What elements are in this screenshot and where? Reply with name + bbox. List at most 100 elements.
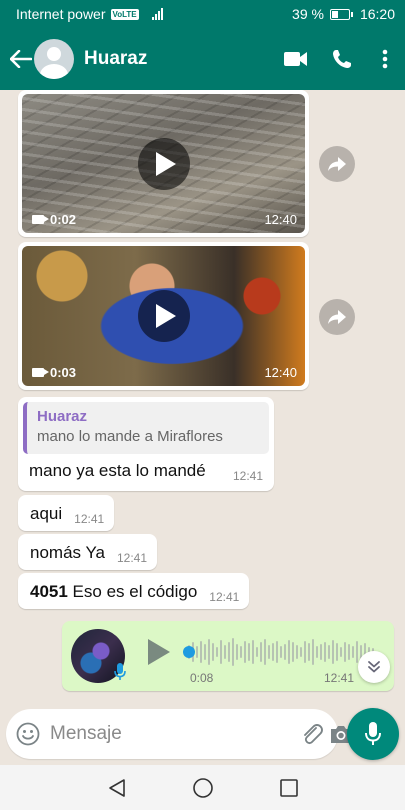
audio-waveform[interactable] [184,637,384,667]
waveform-bar [332,640,334,664]
system-navigation-bar [0,765,405,810]
message-time: 12:40 [264,365,297,380]
waveform-bar [272,643,274,661]
chat-area[interactable]: 0:02 12:40 0:03 12:40 Huaraz mano lo man… [0,90,405,706]
waveform-bar [208,639,210,665]
emoji-icon[interactable] [16,719,40,749]
waveform-bar [344,642,346,662]
text-message[interactable]: nomás Ya 12:41 [18,534,158,570]
nav-home-icon[interactable] [160,765,246,810]
waveform-bar [216,647,218,657]
waveform-bar [304,641,306,663]
voice-call-icon[interactable] [319,39,365,79]
waveform-bar [200,641,202,663]
waveform-bar [236,644,238,660]
chat-header: Huaraz [0,28,405,90]
forward-icon[interactable] [319,299,355,335]
waveform-bar [260,642,262,662]
video-message-1[interactable]: 0:02 12:40 [18,90,309,237]
message-time: 12:40 [264,212,297,227]
waveform-bar [284,644,286,660]
quoted-message[interactable]: Huaraz mano lo mande a Miraflores [23,402,269,454]
waveform-bar [292,642,294,662]
contact-name[interactable]: Huaraz [84,48,273,70]
message-time: 12:41 [74,512,105,526]
waveform-bar [224,645,226,659]
waveform-bar [232,638,234,666]
waveform-bar [252,640,254,664]
waveform-bar [340,647,342,657]
waveform-bar [204,644,206,660]
quoted-sender: Huaraz [37,408,88,425]
waveform-bar [276,641,278,663]
back-arrow-icon[interactable] [4,39,38,79]
waveform-bar [264,639,266,665]
code-number: 4051 [30,582,68,601]
video-thumbnail[interactable]: 0:02 12:40 [22,94,305,233]
waveform-bar [324,642,326,662]
battery-percent: 39 % [292,6,324,22]
microphone-icon [365,722,381,745]
waveform-bar [268,645,270,659]
waveform-bar [300,647,302,657]
waveform-bar [312,639,314,665]
play-icon[interactable] [137,137,190,190]
carrier-label: Internet power [16,6,106,22]
message-time: 12:41 [232,469,263,483]
voice-message[interactable]: 0:08 12:41 [62,621,394,691]
message-text: mano ya esta lo mandé [29,461,206,480]
message-time: 12:41 [209,590,240,604]
battery-icon [329,8,353,20]
text-message[interactable]: aqui 12:41 [18,495,115,531]
contact-avatar[interactable] [34,39,74,79]
message-time: 12:41 [116,551,148,565]
message-composer [6,709,351,759]
waveform-bar [296,645,298,659]
waveform-bar [308,643,310,661]
message-time: 12:41 [323,671,354,685]
forward-icon[interactable] [319,146,355,182]
message-text: nomás Ya [30,543,105,562]
waveform-bar [220,640,222,664]
waveform-bar [352,646,354,658]
text-message[interactable]: 4051 Eso es el código 12:41 [18,573,250,609]
waveform-bar [212,643,214,661]
video-duration: 0:02 [32,212,76,227]
waveform-bar [316,646,318,658]
play-icon[interactable] [137,290,190,342]
waveform-bar [288,640,290,664]
waveform-bar [248,643,250,661]
attachment-icon[interactable] [301,717,323,751]
audio-seek-handle[interactable] [183,646,195,658]
video-thumbnail[interactable]: 0:03 12:40 [22,246,305,386]
play-icon[interactable] [148,639,170,665]
status-bar: Internet power VoLTE 39 % 16:20 [0,0,405,28]
message-text: 4051 Eso es el código [30,582,198,601]
scroll-down-icon[interactable] [358,651,390,683]
microphone-icon [114,663,126,686]
quoted-text: mano lo mande a Miraflores [37,428,223,445]
nav-recents-icon[interactable] [246,765,332,810]
video-message-2[interactable]: 0:03 12:40 [18,242,309,390]
voice-record-button[interactable] [347,708,399,760]
video-call-icon[interactable] [273,39,319,79]
message-input[interactable] [50,723,295,745]
waveform-bar [240,646,242,658]
waveform-bar [320,644,322,660]
waveform-bar [348,644,350,660]
video-camera-icon [32,368,49,377]
waveform-bar [228,642,230,662]
nav-back-icon[interactable] [74,765,160,810]
clock: 16:20 [359,6,395,22]
waveform-bar [256,647,258,657]
waveform-bar [356,641,358,663]
waveform-bar [328,645,330,659]
reply-message[interactable]: Huaraz mano lo mande a Miraflores mano y… [18,397,274,491]
video-camera-icon [32,215,49,224]
video-duration: 0:03 [32,365,76,380]
waveform-bar [336,643,338,661]
more-options-icon[interactable] [365,39,405,79]
waveform-bar [244,641,246,663]
waveform-bar [280,646,282,658]
message-text: aqui [30,504,63,523]
